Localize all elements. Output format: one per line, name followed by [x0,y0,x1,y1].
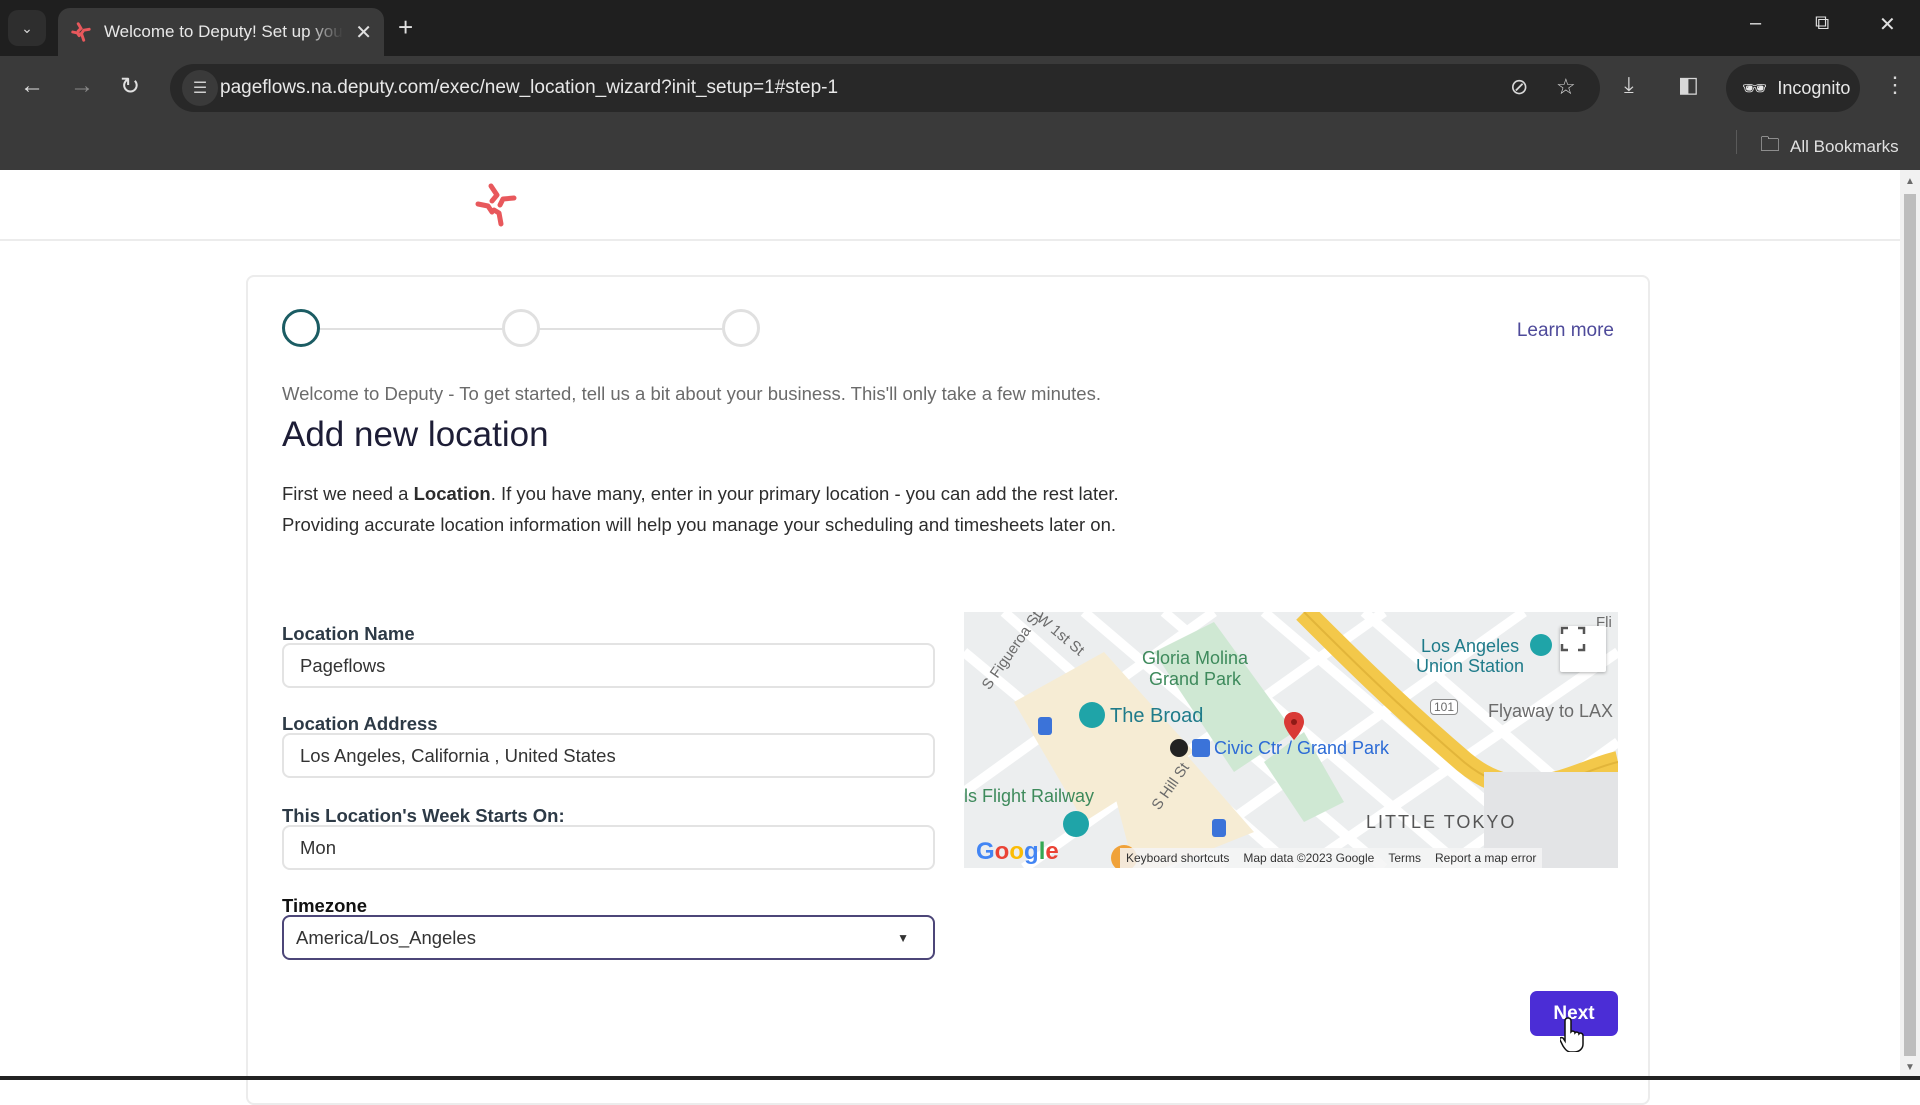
chevron-down-icon: ⌄ [21,19,33,36]
scrollbar-thumb[interactable] [1904,194,1916,1056]
arrow-right-icon[interactable]: → [70,72,94,100]
url-text[interactable]: pageflows.na.deputy.com/exec/new_locatio… [220,77,838,99]
location-name-label: Location Name [282,623,415,644]
arrow-left-icon[interactable]: ← [20,72,44,100]
step-connector [538,328,724,330]
caret-down-icon: ▼ [897,931,909,945]
kebab-menu-icon[interactable]: ⋮ [1884,72,1906,98]
map-label-the-broad: The Broad [1110,705,1204,727]
page-content: Learn more Welcome to Deputy - To get st… [0,170,1900,1105]
address-bar[interactable]: ☰ pageflows.na.deputy.com/exec/new_locat… [170,64,1600,112]
map-label-union-line1: Los Angeles [1421,636,1520,656]
hand-cursor-icon [1560,1017,1584,1052]
map-data-text: Map data ©2023 Google [1243,851,1375,865]
plus-icon[interactable]: + [398,12,413,43]
learn-more-link[interactable]: Learn more [1517,320,1614,342]
map-label-flyaway: Flyaway to LAX [1488,701,1614,721]
browser-tab-strip: ⌄ Welcome to Deputy! Set up your ✕ + – ⧉… [0,0,1920,56]
incognito-indicator[interactable]: 🕶 Incognito [1726,64,1860,112]
browser-tab-active[interactable]: Welcome to Deputy! Set up your ✕ [58,8,384,56]
star-icon[interactable]: ☆ [1556,74,1576,100]
deputy-logo-icon[interactable] [474,182,518,228]
download-icon[interactable]: ⤓ [1624,72,1634,98]
scroll-up-icon[interactable]: ▲ [1905,176,1915,187]
highway-101-shield: 101 [1430,699,1459,715]
fullscreen-icon [1560,626,1586,652]
taskbar-edge [0,1076,1920,1080]
map-fullscreen-button[interactable] [1560,626,1606,672]
incognito-icon: 🕶 [1742,77,1768,100]
app-header [0,170,1900,241]
week-start-input[interactable]: Mon [282,825,935,870]
location-name-input[interactable]: Pageflows [282,643,935,688]
location-address-value: Los Angeles, California , United States [300,744,616,766]
keyboard-shortcuts-link[interactable]: Keyboard shortcuts [1126,851,1229,865]
intro-paragraph: First we need a Location. If you have ma… [282,478,1162,540]
browser-toolbar: ← → ↻ ☰ pageflows.na.deputy.com/exec/new… [0,56,1920,120]
reload-icon[interactable]: ↻ [120,72,140,101]
location-name-value: Pageflows [300,654,386,676]
bookmarks-divider [1736,130,1737,154]
step-1-indicator [282,309,320,347]
step-2-indicator [502,309,540,347]
location-address-input[interactable]: Los Angeles, California , United States [282,733,935,778]
terms-link[interactable]: Terms [1388,851,1421,865]
location-map[interactable]: S Figueroa St W 1st St Gloria Molina Gran… [964,612,1618,868]
wizard-card: Learn more Welcome to Deputy - To get st… [246,275,1650,1105]
all-bookmarks-label: All Bookmarks [1790,137,1899,156]
eye-off-icon[interactable]: ⊘ [1510,74,1528,100]
step-connector [318,328,504,330]
minimize-icon[interactable]: – [1750,12,1761,35]
timezone-label: Timezone [282,895,367,916]
week-start-label: This Location's Week Starts On: [282,805,565,826]
map-label-grand-park-line2: Grand Park [1149,669,1242,689]
map-label-union-line2: Union Station [1416,656,1525,676]
intro-bold-location: Location [413,483,491,504]
incognito-label: Incognito [1777,77,1851,98]
week-start-value: Mon [300,836,336,858]
report-map-error-link[interactable]: Report a map error [1435,851,1536,865]
timezone-value: America/Los_Angeles [296,926,476,948]
tab-list-button[interactable]: ⌄ [8,10,46,46]
wizard-stepper [282,309,882,349]
location-address-label: Location Address [282,713,438,734]
close-icon[interactable]: ✕ [355,20,372,45]
intro-text-start: First we need a [282,483,414,504]
tab-title: Welcome to Deputy! Set up your [103,22,344,41]
map-label-grand-park: Gloria Molina Grand Park [1142,648,1248,690]
map-label-union-station: Los Angeles Union Station [1416,636,1524,676]
step-3-indicator [722,309,760,347]
bookmarks-bar: 🗀 All Bookmarks [0,120,1920,170]
page-scrollbar[interactable]: ▲ ▼ [1900,170,1920,1080]
timezone-select[interactable]: America/Los_Angeles ▼ [282,915,935,960]
folder-icon: 🗀 [1760,134,1780,156]
scroll-down-icon[interactable]: ▼ [1905,1062,1915,1073]
deputy-favicon-icon [71,22,91,42]
map-label-angels-flight: ls Flight Railway [964,786,1095,806]
all-bookmarks-button[interactable]: 🗀 All Bookmarks [1760,130,1899,164]
tune-icon[interactable]: ☰ [182,70,218,106]
welcome-text: Welcome to Deputy - To get started, tell… [282,383,1101,404]
page-title: Add new location [282,415,549,454]
google-logo: Google [976,838,1059,865]
side-panel-icon[interactable]: ◧ [1678,72,1699,98]
map-label-civic-center: Civic Ctr / Grand Park [1214,738,1390,758]
window-close-icon[interactable]: ✕ [1879,12,1896,37]
restore-icon[interactable]: ⧉ [1815,12,1829,35]
map-attribution-bar: Keyboard shortcuts Map data ©2023 Google… [1120,848,1543,868]
map-label-little-tokyo: LITTLE TOKYO [1366,812,1517,832]
map-label-grand-park-line1: Gloria Molina [1142,648,1249,668]
